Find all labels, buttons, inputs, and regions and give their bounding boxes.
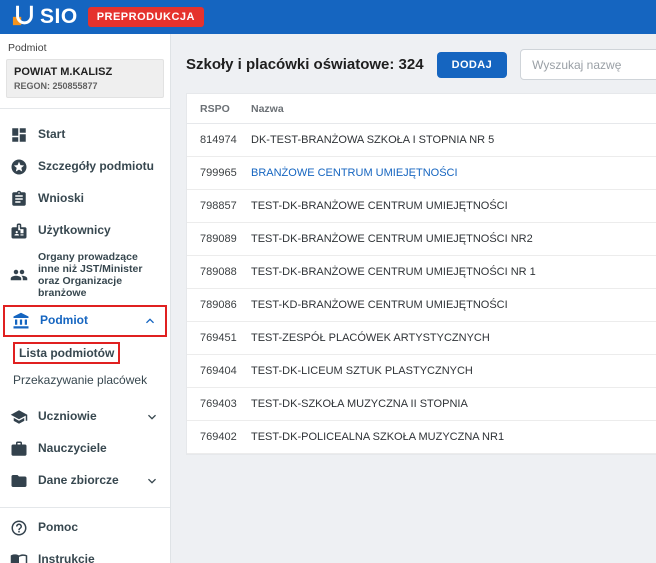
cell-rspo: 769451: [187, 332, 243, 344]
table-row[interactable]: 769403 TEST-DK-SZKOŁA MUZYCZNA II STOPNI…: [187, 388, 656, 421]
cell-nazwa: DK-TEST-BRANŻOWA SZKOŁA I STOPNIA NR 5: [243, 134, 656, 146]
chevron-down-icon: [144, 409, 160, 425]
sidebar-item-label: Organy prowadzące inne niż JST/Minister …: [38, 251, 160, 299]
cell-rspo: 798857: [187, 200, 243, 212]
table-row[interactable]: 814974 DK-TEST-BRANŻOWA SZKOŁA I STOPNIA…: [187, 124, 656, 157]
user-badge-icon: [10, 222, 28, 240]
cell-nazwa: TEST-DK-BRANŻOWE CENTRUM UMIEJĘTNOŚCI NR…: [243, 266, 656, 278]
sidebar-item-label: Start: [38, 128, 65, 142]
chevron-up-icon: [142, 313, 158, 329]
folder-icon: [10, 472, 28, 490]
sidebar-item-label: Podmiot: [40, 314, 88, 328]
sidebar-section-label: Podmiot: [0, 34, 170, 59]
sidebar-item-instrukcje[interactable]: Instrukcje: [0, 544, 170, 563]
sidebar-item-label: Użytkownicy: [38, 224, 111, 238]
table-body: 814974 DK-TEST-BRANŻOWA SZKOŁA I STOPNIA…: [187, 124, 656, 454]
sidebar: Podmiot POWIAT M.KALISZ REGON: 250855877…: [0, 34, 171, 563]
table-row[interactable]: 789086 TEST-KD-BRANŻOWE CENTRUM UMIEJĘTN…: [187, 289, 656, 322]
logo-text: SIO: [40, 5, 78, 29]
sio-logo[interactable]: SIO: [12, 3, 78, 32]
cell-nazwa: TEST-ZESPÓŁ PLACÓWEK ARTYSTYCZNYCH: [243, 332, 656, 344]
schools-table: RSPO Nazwa 814974 DK-TEST-BRANŻOWA SZKOŁ…: [186, 93, 656, 455]
main-header: Szkoły i placówki oświatowe: 324 DODAJ: [171, 34, 656, 93]
top-bar: SIO PREPRODUKCJA: [0, 0, 656, 34]
star-circle-icon: [10, 158, 28, 176]
annotation-box-lista-podmiotow: Lista podmiotów: [13, 342, 120, 364]
sidebar-item-dane-zbiorcze[interactable]: Dane zbiorcze: [0, 465, 170, 497]
table-row[interactable]: 798857 TEST-DK-BRANŻOWE CENTRUM UMIEJĘTN…: [187, 190, 656, 223]
sio-logo-icon: [12, 3, 36, 32]
sidebar-item-label: Dane zbiorcze: [38, 474, 119, 488]
page-title: Szkoły i placówki oświatowe: 324: [186, 56, 424, 73]
main-content: Szkoły i placówki oświatowe: 324 DODAJ R…: [171, 34, 656, 563]
cell-rspo: 814974: [187, 134, 243, 146]
sidebar-item-organy-prowadzace[interactable]: Organy prowadzące inne niż JST/Minister …: [0, 247, 170, 303]
cell-nazwa: TEST-DK-POLICEALNA SZKOŁA MUZYCZNA NR1: [243, 431, 656, 443]
sidebar-item-wnioski[interactable]: Wnioski: [0, 183, 170, 215]
sidebar-item-uzytkownicy[interactable]: Użytkownicy: [0, 215, 170, 247]
graduation-cap-icon: [10, 408, 28, 426]
help-icon: [10, 519, 28, 537]
cell-nazwa: TEST-DK-BRANŻOWE CENTRUM UMIEJĘTNOŚCI: [243, 200, 656, 212]
briefcase-icon: [10, 440, 28, 458]
add-button[interactable]: DODAJ: [437, 52, 508, 78]
sidebar-item-label: Szczegóły podmiotu: [38, 160, 154, 174]
cell-nazwa: BRANŻOWE CENTRUM UMIEJĘTNOŚCI: [243, 167, 656, 179]
cell-rspo: 769403: [187, 398, 243, 410]
sidebar-item-label: Wnioski: [38, 192, 84, 206]
sidebar-item-pomoc[interactable]: Pomoc: [0, 512, 170, 544]
environment-badge: PREPRODUKCJA: [88, 7, 204, 27]
column-header-nazwa: Nazwa: [243, 103, 656, 115]
table-row[interactable]: 799965 BRANŻOWE CENTRUM UMIEJĘTNOŚCI: [187, 157, 656, 190]
chevron-down-icon: [144, 473, 160, 489]
sidebar-item-label: Instrukcje: [38, 553, 95, 563]
cell-rspo: 769404: [187, 365, 243, 377]
sidebar-subitem-przekazywanie-placowek[interactable]: Przekazywanie placówek: [0, 367, 170, 395]
cell-rspo: 789086: [187, 299, 243, 311]
entity-regon: REGON: 250855877: [14, 81, 156, 91]
search-input[interactable]: [520, 49, 656, 80]
cell-rspo: 789089: [187, 233, 243, 245]
sidebar-item-label: Pomoc: [38, 521, 78, 535]
sidebar-footer: Pomoc Instrukcje: [0, 497, 170, 563]
sidebar-menu: Start Szczegóły podmiotu Wnioski Użytkow…: [0, 113, 170, 497]
document-icon: [10, 190, 28, 208]
table-row[interactable]: 769404 TEST-DK-LICEUM SZTUK PLASTYCZNYCH: [187, 355, 656, 388]
cell-rspo: 789088: [187, 266, 243, 278]
sidebar-item-start[interactable]: Start: [0, 119, 170, 151]
cell-nazwa: TEST-DK-BRANŻOWE CENTRUM UMIEJĘTNOŚCI NR…: [243, 233, 656, 245]
sidebar-subitem-lista-podmiotow[interactable]: Lista podmiotów: [0, 339, 170, 367]
sidebar-footer-divider: [0, 507, 170, 508]
cell-rspo: 799965: [187, 167, 243, 179]
table-header-row: RSPO Nazwa: [187, 94, 656, 124]
cell-nazwa: TEST-KD-BRANŻOWE CENTRUM UMIEJĘTNOŚCI: [243, 299, 656, 311]
annotation-box-podmiot: Podmiot: [3, 305, 167, 337]
sidebar-item-szczegoly-podmiotu[interactable]: Szczegóły podmiotu: [0, 151, 170, 183]
group-icon: [10, 266, 28, 284]
table-row[interactable]: 769402 TEST-DK-POLICEALNA SZKOŁA MUZYCZN…: [187, 421, 656, 454]
cell-rspo: 769402: [187, 431, 243, 443]
entity-selector[interactable]: POWIAT M.KALISZ REGON: 250855877: [6, 59, 164, 98]
table-row[interactable]: 789089 TEST-DK-BRANŻOWE CENTRUM UMIEJĘTN…: [187, 223, 656, 256]
dashboard-icon: [10, 126, 28, 144]
sidebar-item-podmiot[interactable]: Podmiot: [5, 307, 165, 335]
table-row[interactable]: 769451 TEST-ZESPÓŁ PLACÓWEK ARTYSTYCZNYC…: [187, 322, 656, 355]
bank-icon: [12, 312, 30, 330]
cell-nazwa: TEST-DK-LICEUM SZTUK PLASTYCZNYCH: [243, 365, 656, 377]
sidebar-item-label: Uczniowie: [38, 410, 97, 424]
column-header-rspo: RSPO: [187, 103, 243, 115]
book-icon: [10, 551, 28, 563]
sidebar-divider: [0, 108, 170, 109]
sidebar-item-label: Nauczyciele: [38, 442, 107, 456]
cell-nazwa: TEST-DK-SZKOŁA MUZYCZNA II STOPNIA: [243, 398, 656, 410]
sidebar-item-uczniowie[interactable]: Uczniowie: [0, 401, 170, 433]
table-row[interactable]: 789088 TEST-DK-BRANŻOWE CENTRUM UMIEJĘTN…: [187, 256, 656, 289]
entity-name: POWIAT M.KALISZ: [14, 66, 156, 78]
sidebar-item-nauczyciele[interactable]: Nauczyciele: [0, 433, 170, 465]
